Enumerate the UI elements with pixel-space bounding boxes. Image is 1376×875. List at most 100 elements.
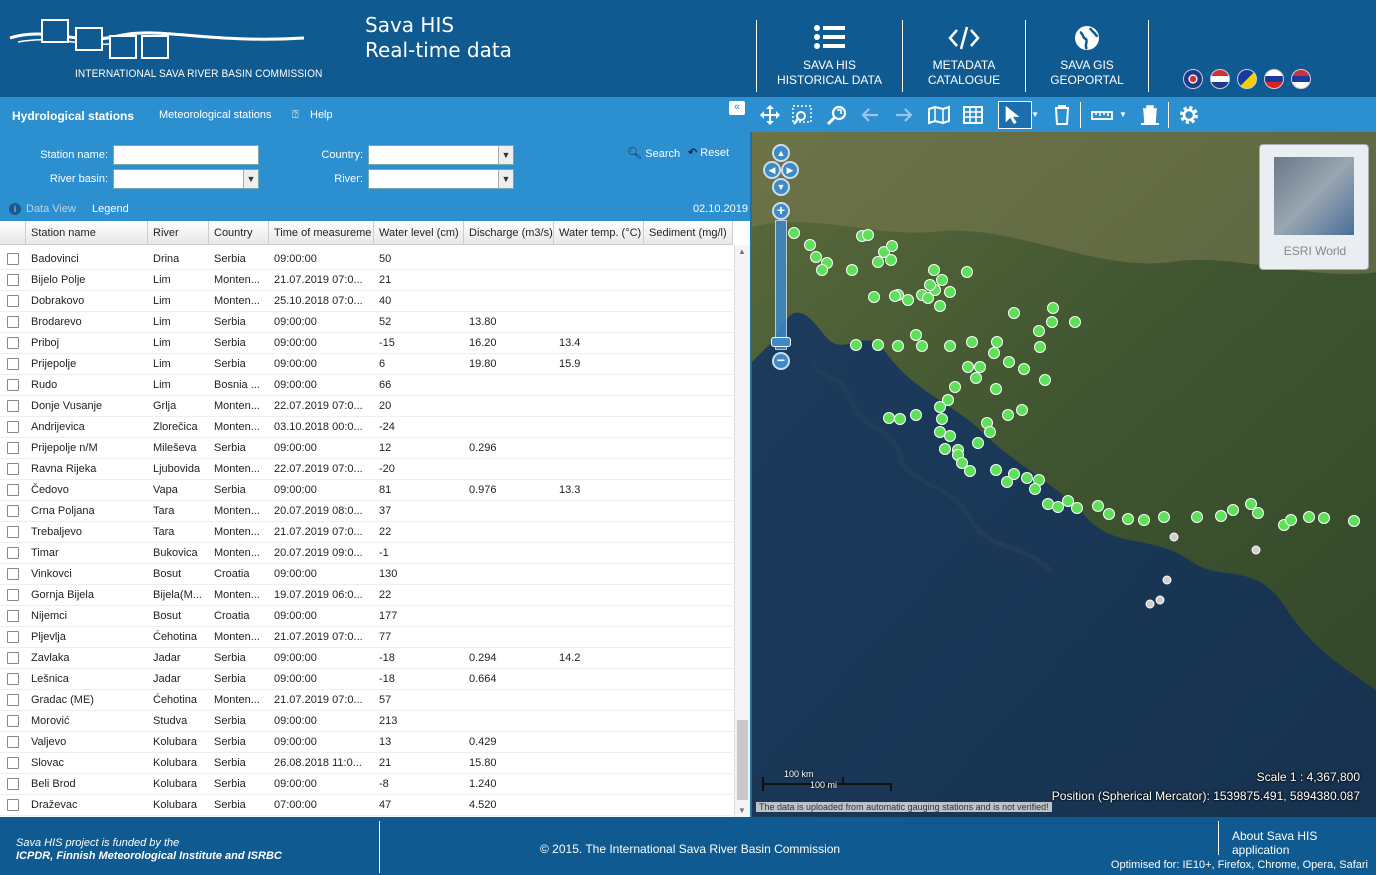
table-row[interactable]: Dobrakovo Lim Monten... 25.10.2018 07:0... 4… xyxy=(0,291,733,312)
station-marker[interactable] xyxy=(1029,483,1041,495)
station-marker[interactable] xyxy=(872,339,884,351)
station-marker[interactable] xyxy=(974,361,986,373)
column-header[interactable]: Discharge (m3/s) xyxy=(464,221,554,245)
station-marker[interactable] xyxy=(1034,341,1046,353)
collapse-panel-icon[interactable]: « xyxy=(729,101,745,115)
row-checkbox[interactable] xyxy=(7,274,19,286)
row-checkbox[interactable] xyxy=(7,358,19,370)
row-checkbox[interactable] xyxy=(7,337,19,349)
station-marker[interactable] xyxy=(850,339,862,351)
pan-right-icon[interactable]: ▶ xyxy=(781,161,799,179)
about-link[interactable]: About Sava HIS application xyxy=(1232,829,1376,857)
station-marker[interactable] xyxy=(949,381,961,393)
station-marker[interactable] xyxy=(788,227,800,239)
station-marker[interactable] xyxy=(1092,500,1104,512)
station-marker[interactable] xyxy=(1215,510,1227,522)
station-marker[interactable] xyxy=(966,336,978,348)
station-marker[interactable] xyxy=(810,251,822,263)
country-select[interactable]: ▼ xyxy=(368,145,514,165)
help-icon[interactable]: ⍰ xyxy=(292,109,299,122)
row-checkbox[interactable] xyxy=(7,379,19,391)
row-checkbox[interactable] xyxy=(7,589,19,601)
zoom-slider-handle[interactable] xyxy=(771,337,791,347)
row-checkbox[interactable] xyxy=(7,421,19,433)
table-row[interactable]: Trebaljevo Tara Monten... 21.07.2019 07:0..… xyxy=(0,522,733,543)
row-checkbox[interactable] xyxy=(7,295,19,307)
station-marker[interactable] xyxy=(816,264,828,276)
station-marker[interactable] xyxy=(894,413,906,425)
table-row[interactable]: Bijelo Polje Lim Monten... 21.07.2019 07:0.… xyxy=(0,270,733,291)
column-header[interactable]: Country xyxy=(209,221,269,245)
table-row[interactable]: Badovinci Drina Serbia 09:00:00 50 xyxy=(0,249,733,270)
historical-data-button[interactable]: SAVA HIS HISTORICAL DATA xyxy=(756,20,902,92)
station-marker[interactable] xyxy=(902,294,914,306)
zoom-slider-track[interactable] xyxy=(775,220,787,350)
flag-english-icon[interactable] xyxy=(1183,69,1203,89)
table-row[interactable]: Valjevo Kolubara Serbia 09:00:00 13 0.429 xyxy=(0,732,733,753)
station-marker[interactable] xyxy=(924,279,936,291)
station-marker[interactable] xyxy=(944,340,956,352)
row-checkbox[interactable] xyxy=(7,547,19,559)
tab-meteorological-stations[interactable]: Meteorological stations xyxy=(159,109,272,121)
row-checkbox[interactable] xyxy=(7,652,19,664)
station-marker[interactable] xyxy=(804,239,816,251)
table-row[interactable]: Andrijevica Zlorečica Monten... 03.10.2018 … xyxy=(0,417,733,438)
flag-bosnian-icon[interactable] xyxy=(1237,69,1257,89)
station-marker[interactable] xyxy=(910,409,922,421)
zoom-in-icon[interactable]: + xyxy=(772,202,790,220)
pan-down-icon[interactable]: ▼ xyxy=(772,178,790,196)
metadata-catalogue-button[interactable]: METADATA CATALOGUE xyxy=(902,20,1025,92)
scroll-down-icon[interactable]: ▼ xyxy=(738,806,746,815)
map-icon[interactable] xyxy=(927,103,951,127)
row-checkbox[interactable] xyxy=(7,463,19,475)
flag-croatian-icon[interactable] xyxy=(1210,69,1230,89)
table-row[interactable]: Rudo Lim Bosnia ... 09:00:00 66 xyxy=(0,375,733,396)
station-marker[interactable] xyxy=(1138,514,1150,526)
row-checkbox[interactable] xyxy=(7,400,19,412)
table-row[interactable]: Ravna Rijeka Ljubovida Monten... 22.07.2019… xyxy=(0,459,733,480)
table-row[interactable]: Draževac Kolubara Serbia 07:00:00 47 4.520 xyxy=(0,795,733,816)
station-marker[interactable] xyxy=(1348,515,1360,527)
station-marker[interactable] xyxy=(1021,472,1033,484)
data-view-tab[interactable]: Data View xyxy=(26,203,76,215)
zoom-extent-icon[interactable] xyxy=(825,103,849,127)
station-marker[interactable] xyxy=(1191,511,1203,523)
row-checkbox[interactable] xyxy=(7,526,19,538)
station-marker[interactable] xyxy=(1062,495,1074,507)
station-marker[interactable] xyxy=(939,443,951,455)
scroll-up-icon[interactable]: ▲ xyxy=(738,247,746,256)
table-row[interactable]: Prijepolje Lim Serbia 09:00:00 6 19.80 15.9 xyxy=(0,354,733,375)
station-marker[interactable] xyxy=(934,300,946,312)
river-basin-select[interactable]: ▼ xyxy=(113,169,259,189)
station-marker[interactable] xyxy=(990,464,1002,476)
tab-hydrological-stations[interactable]: Hydrological stations xyxy=(12,109,134,123)
flag-slovenian-icon[interactable] xyxy=(1264,69,1284,89)
row-checkbox[interactable] xyxy=(7,778,19,790)
row-checkbox[interactable] xyxy=(7,673,19,685)
station-marker[interactable] xyxy=(934,426,946,438)
station-marker[interactable] xyxy=(889,290,901,302)
arrow-left-icon[interactable] xyxy=(858,103,882,127)
row-checkbox[interactable] xyxy=(7,442,19,454)
station-marker[interactable] xyxy=(1052,501,1064,513)
station-marker-inactive[interactable] xyxy=(1169,532,1179,542)
row-checkbox[interactable] xyxy=(7,757,19,769)
station-marker[interactable] xyxy=(972,437,984,449)
station-marker[interactable] xyxy=(1018,363,1030,375)
row-checkbox[interactable] xyxy=(7,484,19,496)
map-view[interactable]: ▲ ◀ ▶ ▼ + − ESRI World 100 km 100 mi Sca… xyxy=(750,132,1376,817)
station-marker[interactable] xyxy=(1285,514,1297,526)
search-button[interactable]: 🔍︎ Search xyxy=(627,146,680,160)
station-marker[interactable] xyxy=(910,329,922,341)
column-header[interactable]: Sediment (mg/l) xyxy=(644,221,733,245)
station-marker[interactable] xyxy=(991,336,1003,348)
river-select[interactable]: ▼ xyxy=(368,169,514,189)
station-marker[interactable] xyxy=(1001,476,1013,488)
station-marker[interactable] xyxy=(1016,404,1028,416)
basemap-switcher[interactable]: ESRI World xyxy=(1259,144,1369,270)
row-checkbox[interactable] xyxy=(7,610,19,622)
station-marker[interactable] xyxy=(1003,356,1015,368)
column-header[interactable]: River xyxy=(148,221,209,245)
station-marker[interactable] xyxy=(984,426,996,438)
station-marker[interactable] xyxy=(988,347,1000,359)
